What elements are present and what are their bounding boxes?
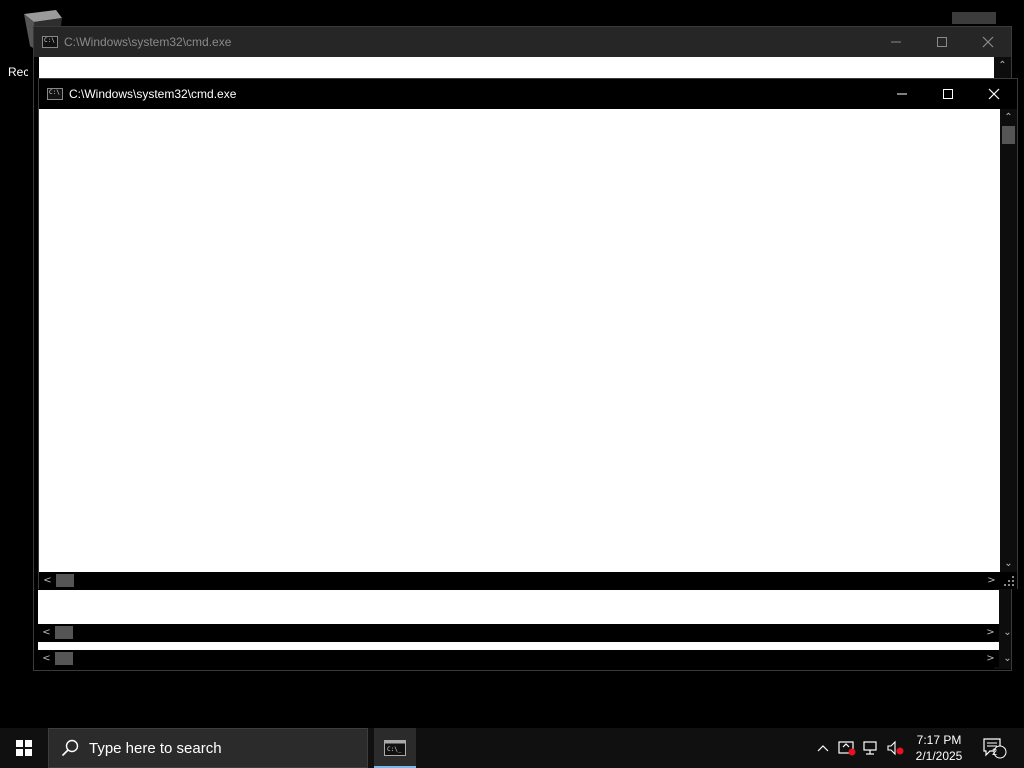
title-bar[interactable]: C:\Windows\system32\cmd.exe (39, 79, 1017, 109)
background-window-edge (952, 12, 996, 24)
scroll-left-arrow-icon[interactable]: < (38, 624, 55, 641)
cmd-window-stacked[interactable]: < > ⌄ (38, 590, 1017, 642)
action-center-button[interactable]: 2 (975, 728, 1015, 768)
notification-count-badge: 2 (992, 747, 998, 757)
cmd-window-stacked-bottom[interactable]: < > ⌄ (38, 642, 1017, 669)
resize-grip-icon (1004, 576, 1014, 586)
close-button[interactable] (971, 79, 1017, 109)
volume-muted-icon (887, 740, 904, 756)
start-button[interactable] (0, 728, 48, 768)
cmd-app-icon (42, 36, 58, 48)
scrollbar-thumb[interactable] (56, 574, 74, 587)
scrollbar-thumb[interactable] (55, 652, 73, 665)
cmd-app-icon: C:\_ (384, 740, 406, 756)
taskbar: Type here to search C:\_ 7:17 PM 2/1/202… (0, 728, 1024, 768)
security-warning-icon (838, 741, 856, 756)
scrollbar-thumb[interactable] (55, 626, 73, 639)
resize-grip[interactable] (1000, 572, 1017, 589)
windows-logo-icon (16, 740, 32, 756)
clock-time: 7:17 PM (916, 733, 962, 747)
network-tray-button[interactable] (860, 728, 882, 768)
horizontal-scrollbar[interactable]: < > (38, 624, 999, 641)
horizontal-scrollbar[interactable]: < > (39, 572, 1000, 589)
scroll-right-arrow-icon[interactable]: > (982, 624, 999, 641)
maximize-icon (943, 89, 953, 99)
cmd-window-active[interactable]: C:\Windows\system32\cmd.exe ⌃ ⌄ < > (38, 78, 1018, 589)
scroll-down-arrow-icon[interactable]: ⌄ (999, 624, 1016, 641)
taskbar-search-box[interactable]: Type here to search (48, 728, 368, 768)
title-bar[interactable]: C:\Windows\system32\cmd.exe (34, 27, 1011, 57)
horizontal-scrollbar[interactable]: < > (38, 650, 999, 667)
minimize-button[interactable] (879, 79, 925, 109)
scroll-up-arrow-icon[interactable]: ⌃ (1000, 109, 1017, 126)
scroll-down-arrow-icon[interactable]: ⌄ (1000, 555, 1017, 572)
scroll-left-arrow-icon[interactable]: < (38, 650, 55, 667)
console-output-area[interactable] (39, 57, 994, 79)
vertical-scrollbar[interactable]: ⌃ ⌄ (1000, 109, 1017, 572)
window-title: C:\Windows\system32\cmd.exe (69, 87, 237, 101)
maximize-button[interactable] (919, 27, 965, 57)
scroll-right-arrow-icon[interactable]: > (983, 572, 1000, 589)
maximize-icon (937, 37, 947, 47)
minimize-button[interactable] (873, 27, 919, 57)
scrollbar-thumb[interactable] (1002, 126, 1015, 144)
search-icon (61, 739, 79, 757)
maximize-button[interactable] (925, 79, 971, 109)
close-button[interactable] (965, 27, 1011, 57)
console-output-area[interactable] (39, 109, 1000, 572)
cmd-app-icon (47, 88, 63, 100)
close-icon (982, 36, 994, 48)
svg-text:C:\_: C:\_ (387, 746, 402, 753)
window-title: C:\Windows\system32\cmd.exe (64, 35, 232, 49)
volume-tray-button[interactable] (884, 728, 906, 768)
search-placeholder: Type here to search (89, 739, 222, 757)
console-output-area[interactable] (38, 642, 999, 650)
taskbar-cmd-button[interactable]: C:\_ (374, 728, 416, 768)
recycle-bin-label: Rec (8, 65, 28, 79)
taskbar-clock[interactable]: 7:17 PM 2/1/2025 (910, 732, 968, 764)
minimize-icon (897, 93, 907, 95)
chevron-up-icon (817, 745, 829, 752)
security-tray-button[interactable] (836, 728, 858, 768)
clock-date: 2/1/2025 (915, 749, 963, 763)
console-output-area[interactable] (38, 590, 999, 624)
minimize-icon (891, 41, 901, 43)
scroll-up-arrow-icon[interactable]: ⌃ (994, 57, 1011, 74)
network-icon (863, 741, 877, 755)
scroll-left-arrow-icon[interactable]: < (39, 572, 56, 589)
show-hidden-icons-button[interactable] (812, 728, 834, 768)
close-icon (988, 88, 1000, 100)
scroll-right-arrow-icon[interactable]: > (982, 650, 999, 667)
scroll-down-arrow-icon[interactable]: ⌄ (999, 650, 1016, 667)
